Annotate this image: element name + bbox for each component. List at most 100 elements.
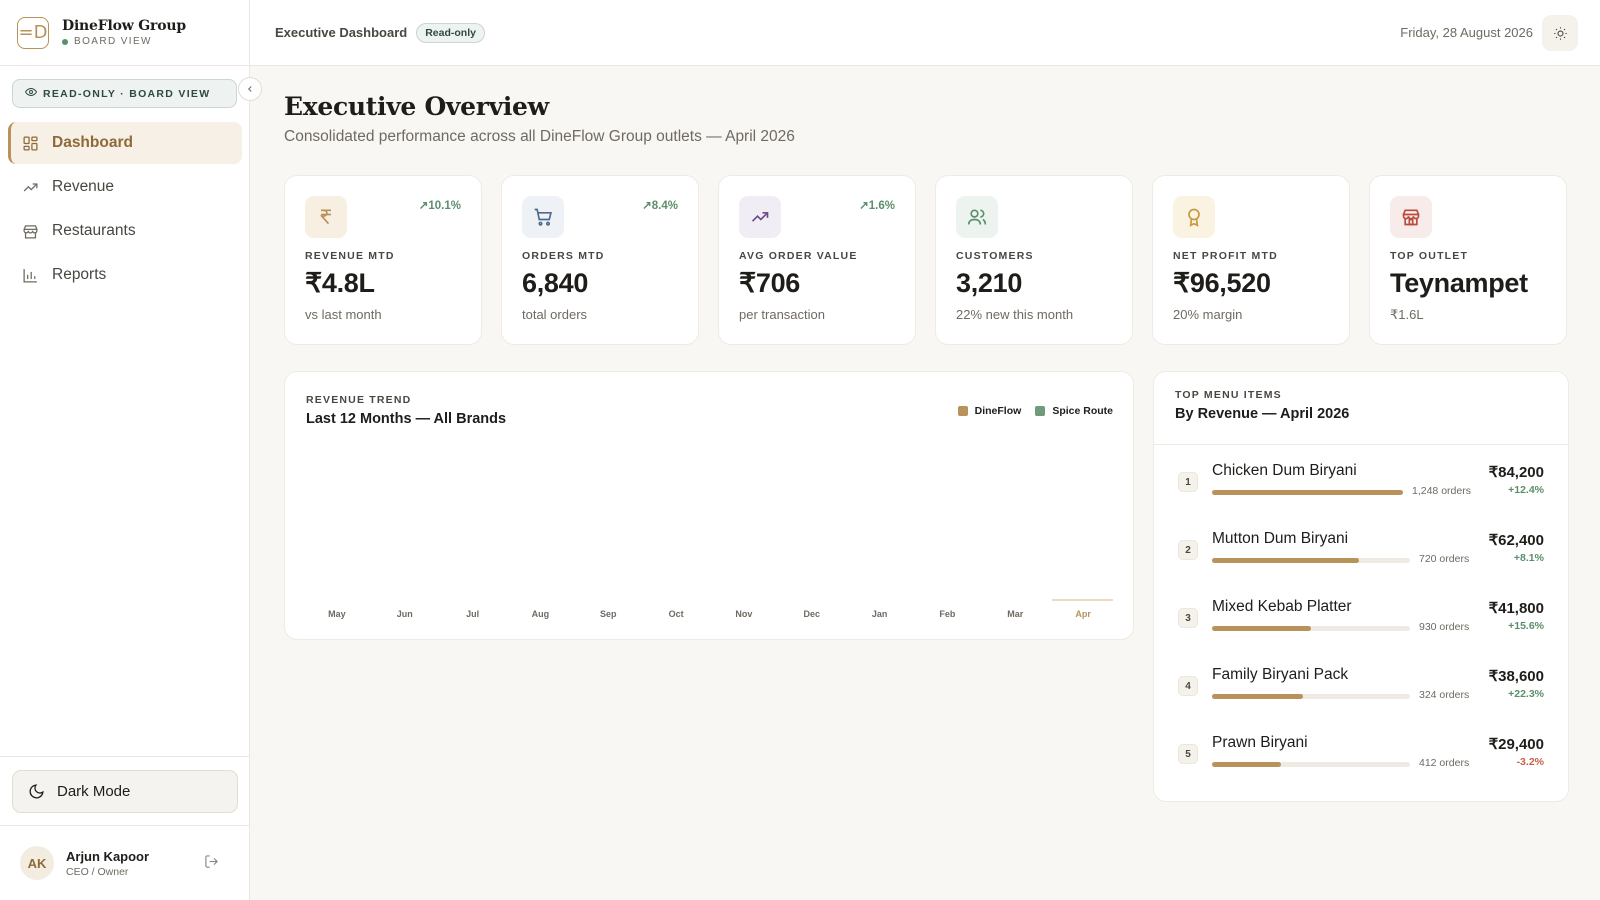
kpi-card-revenue[interactable]: ↗10.1% REVENUE MTD ₹4.8L vs last month <box>284 175 482 345</box>
kpi-trend: ↗10.1% <box>419 198 461 212</box>
page-subtitle: Consolidated performance across all Dine… <box>284 128 795 145</box>
kpi-note: 22% new this month <box>956 307 1074 322</box>
brand[interactable]: =D DineFlow Group BOARD VIEW <box>0 0 249 66</box>
menu-item-change: +12.4% <box>1508 484 1544 496</box>
legend-item-dineflow[interactable]: DineFlow <box>957 405 1022 417</box>
sidebar-item-label: Dashboard <box>52 134 133 151</box>
x-tick-label: Oct <box>669 609 684 619</box>
store-icon <box>21 222 39 240</box>
dark-mode-label: Dark Mode <box>57 783 131 800</box>
award-icon <box>1188 208 1200 227</box>
legend-label: DineFlow <box>974 405 1022 417</box>
kpi-label: AVG ORDER VALUE <box>739 250 858 262</box>
kpi-icon-bg <box>1173 196 1215 238</box>
kpi-card-orders[interactable]: ↗8.4% ORDERS MTD 6,840 total orders <box>501 175 699 345</box>
readonly-chip-label: READ-ONLY · BOARD VIEW <box>43 87 211 100</box>
menu-item-orders: 324 orders <box>1419 689 1470 701</box>
theme-toggle-button[interactable] <box>1542 15 1578 51</box>
avatar: AK <box>20 846 54 880</box>
menu-item-name: Mixed Kebab Platter <box>1212 598 1352 615</box>
kpi-card-customers[interactable]: CUSTOMERS 3,210 22% new this month <box>935 175 1133 345</box>
page-title: Executive Overview <box>284 92 549 121</box>
topbar-date: Friday, 28 August 2026 <box>1400 25 1533 40</box>
kpi-trend-value: 1.6% <box>868 200 895 212</box>
kpi-icon-bg <box>956 196 998 238</box>
legend-item-spice-route[interactable]: Spice Route <box>1035 405 1113 417</box>
kpi-icon-bg <box>522 196 564 238</box>
kpi-label: NET PROFIT MTD <box>1173 250 1278 262</box>
menu-item-name: Family Biryani Pack <box>1212 666 1349 683</box>
collapse-sidebar-button[interactable] <box>238 77 262 101</box>
revenue-share-bar <box>1212 626 1410 631</box>
topbar-title: Executive Dashboard <box>275 25 408 40</box>
x-tick-label: Aug <box>532 609 550 619</box>
x-tick-label: Jan <box>872 609 888 619</box>
brand-subtitle-text: BOARD VIEW <box>74 36 152 47</box>
list-item[interactable]: 2 Mutton Dum Biryani 720 orders ₹62,400 … <box>1178 528 1544 596</box>
kpi-card-avg-order-value[interactable]: ↗1.6% AVG ORDER VALUE ₹706 per transacti… <box>718 175 916 345</box>
list-item[interactable]: 4 Family Biryani Pack 324 orders ₹38,600… <box>1178 664 1544 732</box>
chevron-left-icon <box>248 86 252 92</box>
menu-item-change: +22.3% <box>1508 688 1544 700</box>
revenue-trend-card: May Jun Jul Aug Sep Oct Nov Dec Jan Feb Mar Apr REV… <box>284 371 1134 640</box>
trend-up-icon: ↗ <box>642 200 652 212</box>
kpi-note: vs last month <box>305 307 382 322</box>
trend-up-icon: ↗ <box>418 200 429 212</box>
status-dot <box>62 38 68 45</box>
sidebar-item-dashboard[interactable]: Dashboard <box>8 122 242 164</box>
sidebar-item-reports[interactable]: Reports <box>8 254 242 296</box>
x-tick-label: Mar <box>1007 609 1024 619</box>
brand-logo: =D <box>17 16 49 49</box>
x-tick-label: Feb <box>939 609 956 619</box>
kpi-card-top-outlet[interactable]: TOP OUTLET Teynampet ₹1.6L <box>1369 175 1567 345</box>
kpi-icon-bg <box>305 196 347 238</box>
revenue-share-fill <box>1212 762 1282 767</box>
rank-badge: 5 <box>1178 744 1198 764</box>
menu-item-change: -3.2% <box>1516 756 1544 768</box>
kpi-label: ORDERS MTD <box>522 250 605 262</box>
user-name: Arjun Kapoor <box>66 848 150 864</box>
rupee-icon <box>319 209 331 225</box>
kpi-icon-bg <box>739 196 781 238</box>
kpi-value: 6,840 <box>522 268 589 298</box>
kpi-value: ₹96,520 <box>1173 268 1271 298</box>
revenue-share-bar <box>1212 762 1410 767</box>
logout-icon[interactable] <box>204 854 219 872</box>
kpi-card-net-profit[interactable]: NET PROFIT MTD ₹96,520 20% margin <box>1152 175 1350 345</box>
sidebar-item-label: Revenue <box>52 178 115 195</box>
kpi-row: ↗10.1% REVENUE MTD ₹4.8L vs last month ↗… <box>284 175 1569 345</box>
menu-item-amount: ₹38,600 <box>1488 668 1544 685</box>
store-icon <box>1402 209 1420 226</box>
top-menu-title: By Revenue — April 2026 <box>1175 406 1350 422</box>
menu-item-amount: ₹62,400 <box>1488 532 1544 549</box>
readonly-badge: Read-only <box>416 22 485 43</box>
sidebar-item-revenue[interactable]: Revenue <box>8 166 242 208</box>
kpi-trend: ↗8.4% <box>642 198 678 212</box>
revenue-share-fill <box>1212 694 1304 699</box>
menu-item-amount: ₹41,800 <box>1488 600 1544 617</box>
list-item[interactable]: 5 Prawn Biryani 412 orders ₹29,400 -3.2% <box>1178 732 1544 800</box>
revenue-trend-title: Last 12 Months — All Brands <box>306 411 507 427</box>
kpi-note: 20% margin <box>1173 307 1243 322</box>
sidebar-item-restaurants[interactable]: Restaurants <box>8 210 242 252</box>
menu-item-orders: 1,248 orders <box>1412 485 1471 497</box>
list-item[interactable]: 1 Chicken Dum Biryani 1,248 orders ₹84,2… <box>1178 460 1544 528</box>
sidebar: =D DineFlow Group BOARD VIEW READ-ONLY ·… <box>0 0 250 900</box>
dark-mode-toggle[interactable]: Dark Mode <box>12 770 238 813</box>
menu-item-name: Mutton Dum Biryani <box>1212 530 1349 547</box>
users-icon <box>967 209 987 225</box>
kpi-value: ₹4.8L <box>305 268 375 298</box>
moon-icon <box>27 783 45 801</box>
legend-label: Spice Route <box>1052 405 1113 417</box>
list-item[interactable]: 3 Mixed Kebab Platter 930 orders ₹41,800… <box>1178 596 1544 664</box>
kpi-trend: ↗1.6% <box>859 198 895 212</box>
x-tick-label: Jul <box>466 609 479 619</box>
revenue-share-fill <box>1212 558 1359 563</box>
x-tick-label: May <box>328 609 346 619</box>
sidebar-item-label: Reports <box>52 266 107 283</box>
kpi-value: ₹706 <box>739 268 801 298</box>
trend-up-icon <box>21 178 39 196</box>
revenue-share-bar <box>1212 490 1403 495</box>
dark-mode-section: Dark Mode <box>0 756 250 826</box>
x-tick-label: Apr <box>1075 609 1091 619</box>
